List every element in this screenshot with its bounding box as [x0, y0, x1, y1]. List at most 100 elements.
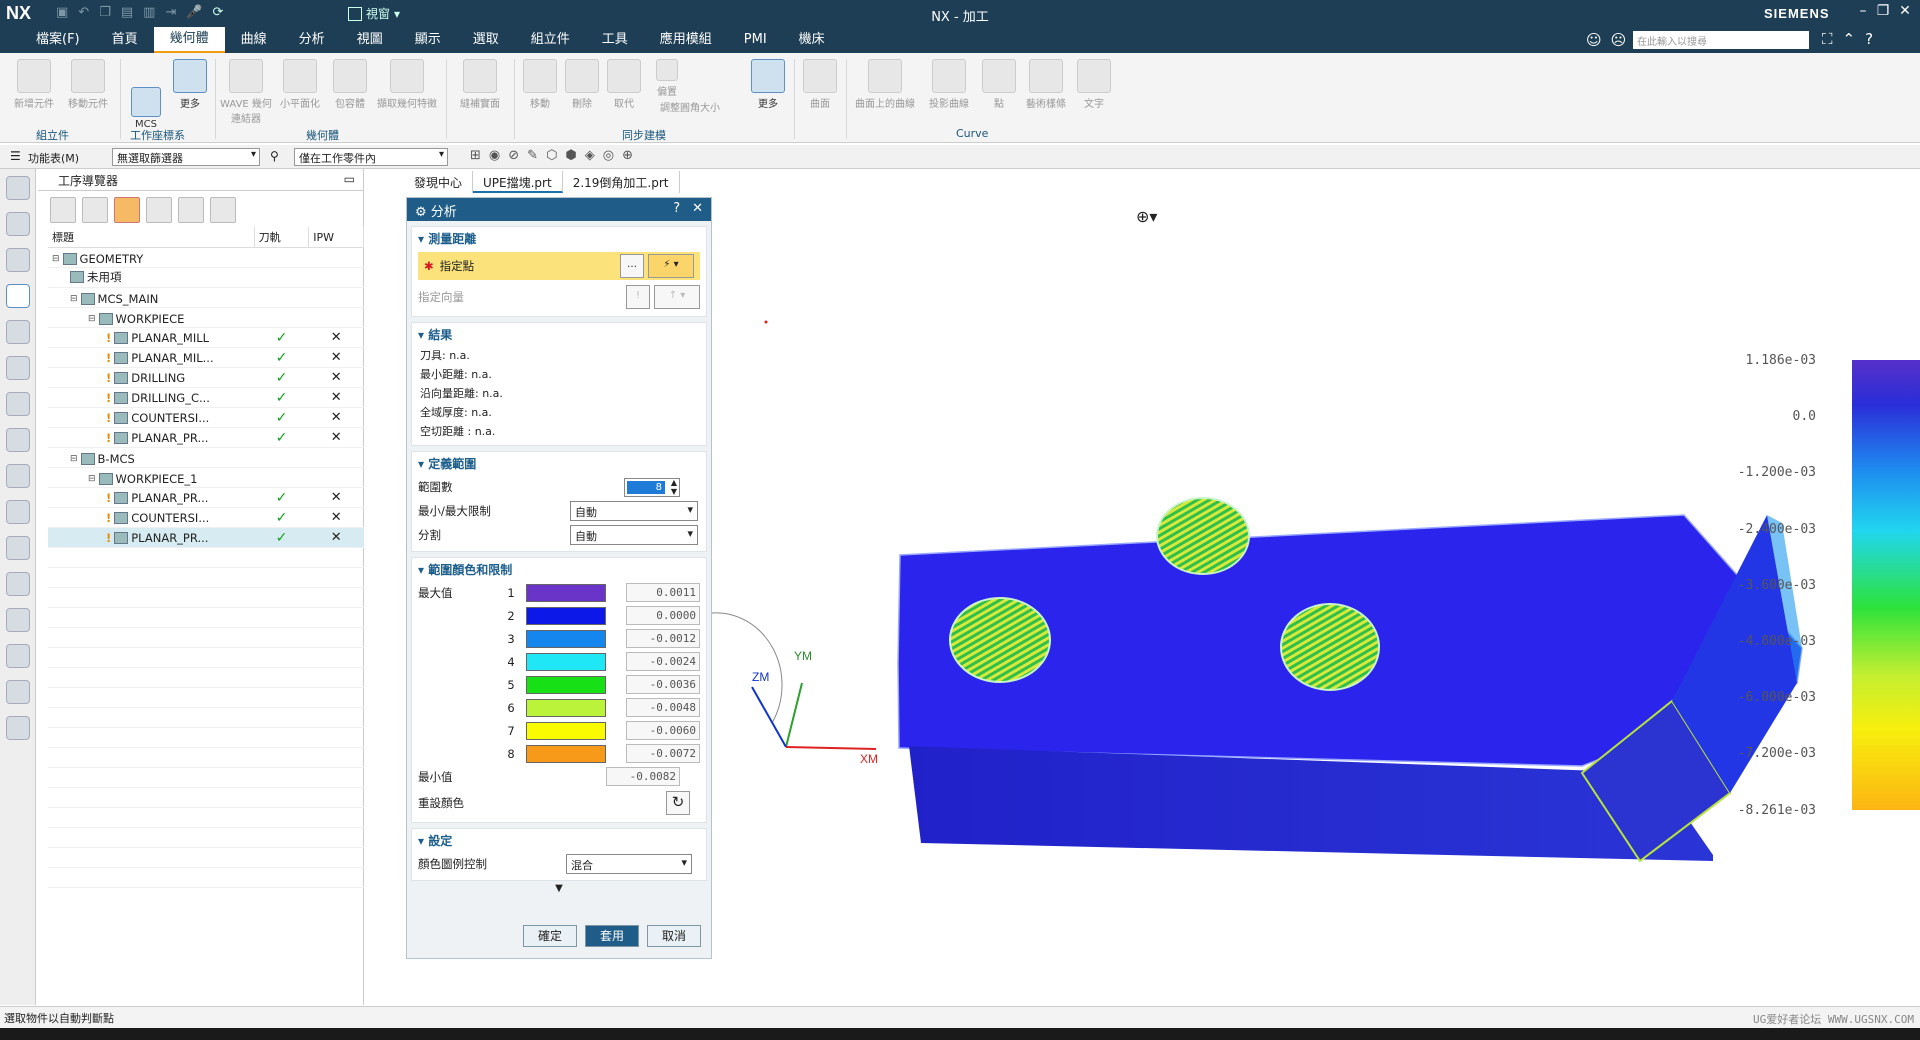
- repeat-command-icon[interactable]: ⇥: [165, 5, 176, 20]
- apply-button[interactable]: 套用: [585, 925, 639, 947]
- document-tab[interactable]: 2.19倒角加工.prt: [562, 171, 680, 193]
- ribbon-move-face-button[interactable]: 移動: [520, 59, 560, 110]
- color-limit-value[interactable]: -0.0036: [626, 675, 700, 694]
- color-swatch[interactable]: [526, 583, 606, 602]
- color-swatch[interactable]: [526, 606, 606, 625]
- menu-icon[interactable]: ☰: [10, 149, 21, 163]
- frown-icon[interactable]: ☹: [1611, 31, 1627, 49]
- menu-tab[interactable]: 選取: [457, 27, 515, 53]
- selection-scope-select[interactable]: 僅在工作零件內: [294, 148, 448, 166]
- collapse-ribbon-icon[interactable]: ⌃: [1843, 30, 1856, 48]
- paste-icon[interactable]: ▤: [121, 5, 133, 20]
- hd3d-icon[interactable]: [6, 464, 30, 488]
- point-dialog-button[interactable]: …: [620, 254, 644, 278]
- ribbon-wave-linker-button[interactable]: WAVE 幾何連結器: [220, 59, 272, 125]
- ribbon-sew-button[interactable]: 縫補實面: [452, 59, 508, 110]
- color-limit-value[interactable]: -0.0024: [626, 652, 700, 671]
- command-search-input[interactable]: 在此輸入以搜尋: [1633, 31, 1809, 49]
- save-icon[interactable]: ▣: [56, 5, 68, 20]
- ribbon-point-button[interactable]: 點: [982, 59, 1016, 110]
- ribbon-offset-region-button[interactable]: 偏置: [646, 59, 688, 98]
- expand-toggle-icon[interactable]: ⊟: [88, 474, 96, 484]
- navigator-row[interactable]: ! DRILLING_C... ✓ ✕: [48, 387, 364, 408]
- document-tab[interactable]: 發現中心: [404, 171, 474, 193]
- legend-control-select[interactable]: 混合: [566, 854, 692, 874]
- assembly-navigator-icon[interactable]: [6, 212, 30, 236]
- section-toggle-colors[interactable]: ▾ 範圍顏色和限制: [412, 558, 706, 581]
- operation-navigator-icon[interactable]: [6, 284, 30, 308]
- inferred-point-dropdown[interactable]: ⚡ ▾: [648, 254, 694, 278]
- menu-tab[interactable]: 機床: [783, 27, 841, 53]
- navigator-row[interactable]: ⊟ GEOMETRY: [48, 247, 364, 268]
- add-point-icon[interactable]: ⊕: [622, 148, 633, 163]
- ribbon-group-sync-modeling[interactable]: 同步建模: [622, 127, 666, 143]
- navigator-row[interactable]: ⊟ B-MCS: [48, 447, 364, 468]
- color-limit-value[interactable]: -0.0048: [626, 698, 700, 717]
- navigator-row[interactable]: ⊟ WORKPIECE_1: [48, 467, 364, 488]
- ribbon-resize-blend-button[interactable]: 調整圓角大小: [640, 99, 740, 114]
- navigator-row[interactable]: ! COUNTERSI... ✓ ✕: [48, 407, 364, 428]
- document-tab[interactable]: UPE擋塊.prt: [473, 171, 563, 193]
- menu-tab[interactable]: 顯示: [399, 27, 457, 53]
- expand-more-icon[interactable]: ▼: [407, 883, 711, 894]
- color-limit-value[interactable]: 0.0000: [626, 606, 700, 625]
- roles-icon[interactable]: [6, 716, 30, 740]
- navigator-row[interactable]: ! PLANAR_MIL... ✓ ✕: [48, 347, 364, 368]
- window-switcher[interactable]: 視窗 ▾: [348, 5, 400, 22]
- paste-special-icon[interactable]: ▥: [143, 5, 155, 20]
- close-button[interactable]: ✕: [1894, 3, 1916, 19]
- color-swatch[interactable]: [526, 721, 606, 740]
- navigator-row[interactable]: ! DRILLING ✓ ✕: [48, 367, 364, 388]
- machining-method-view-icon[interactable]: [146, 197, 172, 223]
- ribbon-group-wcs[interactable]: 工作座標系: [130, 127, 185, 143]
- settings-icon[interactable]: [6, 176, 30, 200]
- ribbon-mcs-button[interactable]: MCS: [126, 59, 166, 130]
- expand-toggle-icon[interactable]: ⊟: [70, 454, 78, 464]
- inferred-vector-dropdown[interactable]: ↑ ▾: [654, 285, 700, 309]
- machine-tool-view-icon[interactable]: [82, 197, 108, 223]
- stepper-arrows-icon[interactable]: ▲ ▼: [671, 478, 677, 496]
- section-toggle-range[interactable]: ▾ 定義範圍: [412, 452, 706, 475]
- navigator-row[interactable]: ! PLANAR_PR... ✓ ✕: [48, 527, 364, 548]
- layers-icon[interactable]: ◈: [585, 148, 595, 163]
- color-swatch[interactable]: [526, 744, 606, 763]
- column-header-toolpath[interactable]: 刀軌: [254, 227, 310, 248]
- expand-toggle-icon[interactable]: ⊟: [88, 314, 96, 324]
- globe-icon[interactable]: [6, 536, 30, 560]
- specify-point-row[interactable]: ✱ 指定點 … ⚡ ▾: [418, 252, 700, 280]
- color-limit-value[interactable]: -0.0072: [626, 744, 700, 763]
- ribbon-delete-face-button[interactable]: 刪除: [562, 59, 602, 110]
- ribbon-add-component-button[interactable]: 新增元件: [10, 59, 58, 110]
- function-menu-button[interactable]: 功能表(M): [28, 150, 79, 166]
- expand-toggle-icon[interactable]: ⊟: [70, 294, 78, 304]
- dialog-help-button[interactable]: ?: [673, 201, 680, 216]
- color-limit-value[interactable]: -0.0060: [626, 721, 700, 740]
- process-studio-icon[interactable]: [6, 644, 30, 668]
- specify-vector-row[interactable]: 指定向量 ! ↑ ▾: [412, 282, 706, 312]
- minimize-button[interactable]: –: [1852, 3, 1874, 19]
- constraint-navigator-icon[interactable]: [6, 392, 30, 416]
- ribbon-surface-button[interactable]: 曲面: [800, 59, 840, 110]
- navigator-row[interactable]: ! PLANAR_PR... ✓ ✕: [48, 487, 364, 508]
- hole-1[interactable]: [949, 597, 1051, 683]
- range-count-stepper[interactable]: 8 ▲ ▼: [624, 477, 680, 497]
- menu-tab[interactable]: 分析: [283, 27, 341, 53]
- expand-toggle-icon[interactable]: ⊟: [52, 254, 60, 264]
- reset-colors-button[interactable]: ↻: [666, 791, 690, 815]
- ribbon-studio-spline-button[interactable]: 藝術樣條: [1020, 59, 1072, 110]
- ribbon-text-button[interactable]: 文字: [1074, 59, 1114, 110]
- cancel-button[interactable]: 取消: [647, 925, 701, 947]
- navigator-row[interactable]: ⊟ MCS_MAIN: [48, 287, 364, 308]
- menu-tab[interactable]: 視圖: [341, 27, 399, 53]
- geometry-view-icon[interactable]: [114, 197, 140, 223]
- ribbon-facet-button[interactable]: 小平面化: [276, 59, 324, 110]
- ribbon-group-assembly[interactable]: 組立件: [36, 127, 69, 143]
- menu-tab[interactable]: 工具: [586, 27, 644, 53]
- delete-item-icon[interactable]: [210, 197, 236, 223]
- graphics-window[interactable]: ⊕▾ YM ZM XM XM: [712, 193, 1920, 1005]
- undo-icon[interactable]: ↶: [78, 5, 89, 20]
- microphone-icon[interactable]: 🎤: [186, 5, 202, 20]
- ribbon-group-curve[interactable]: Curve: [956, 127, 988, 140]
- menu-tab[interactable]: 檔案(F): [20, 27, 96, 53]
- menu-tab[interactable]: 應用模組: [644, 27, 728, 53]
